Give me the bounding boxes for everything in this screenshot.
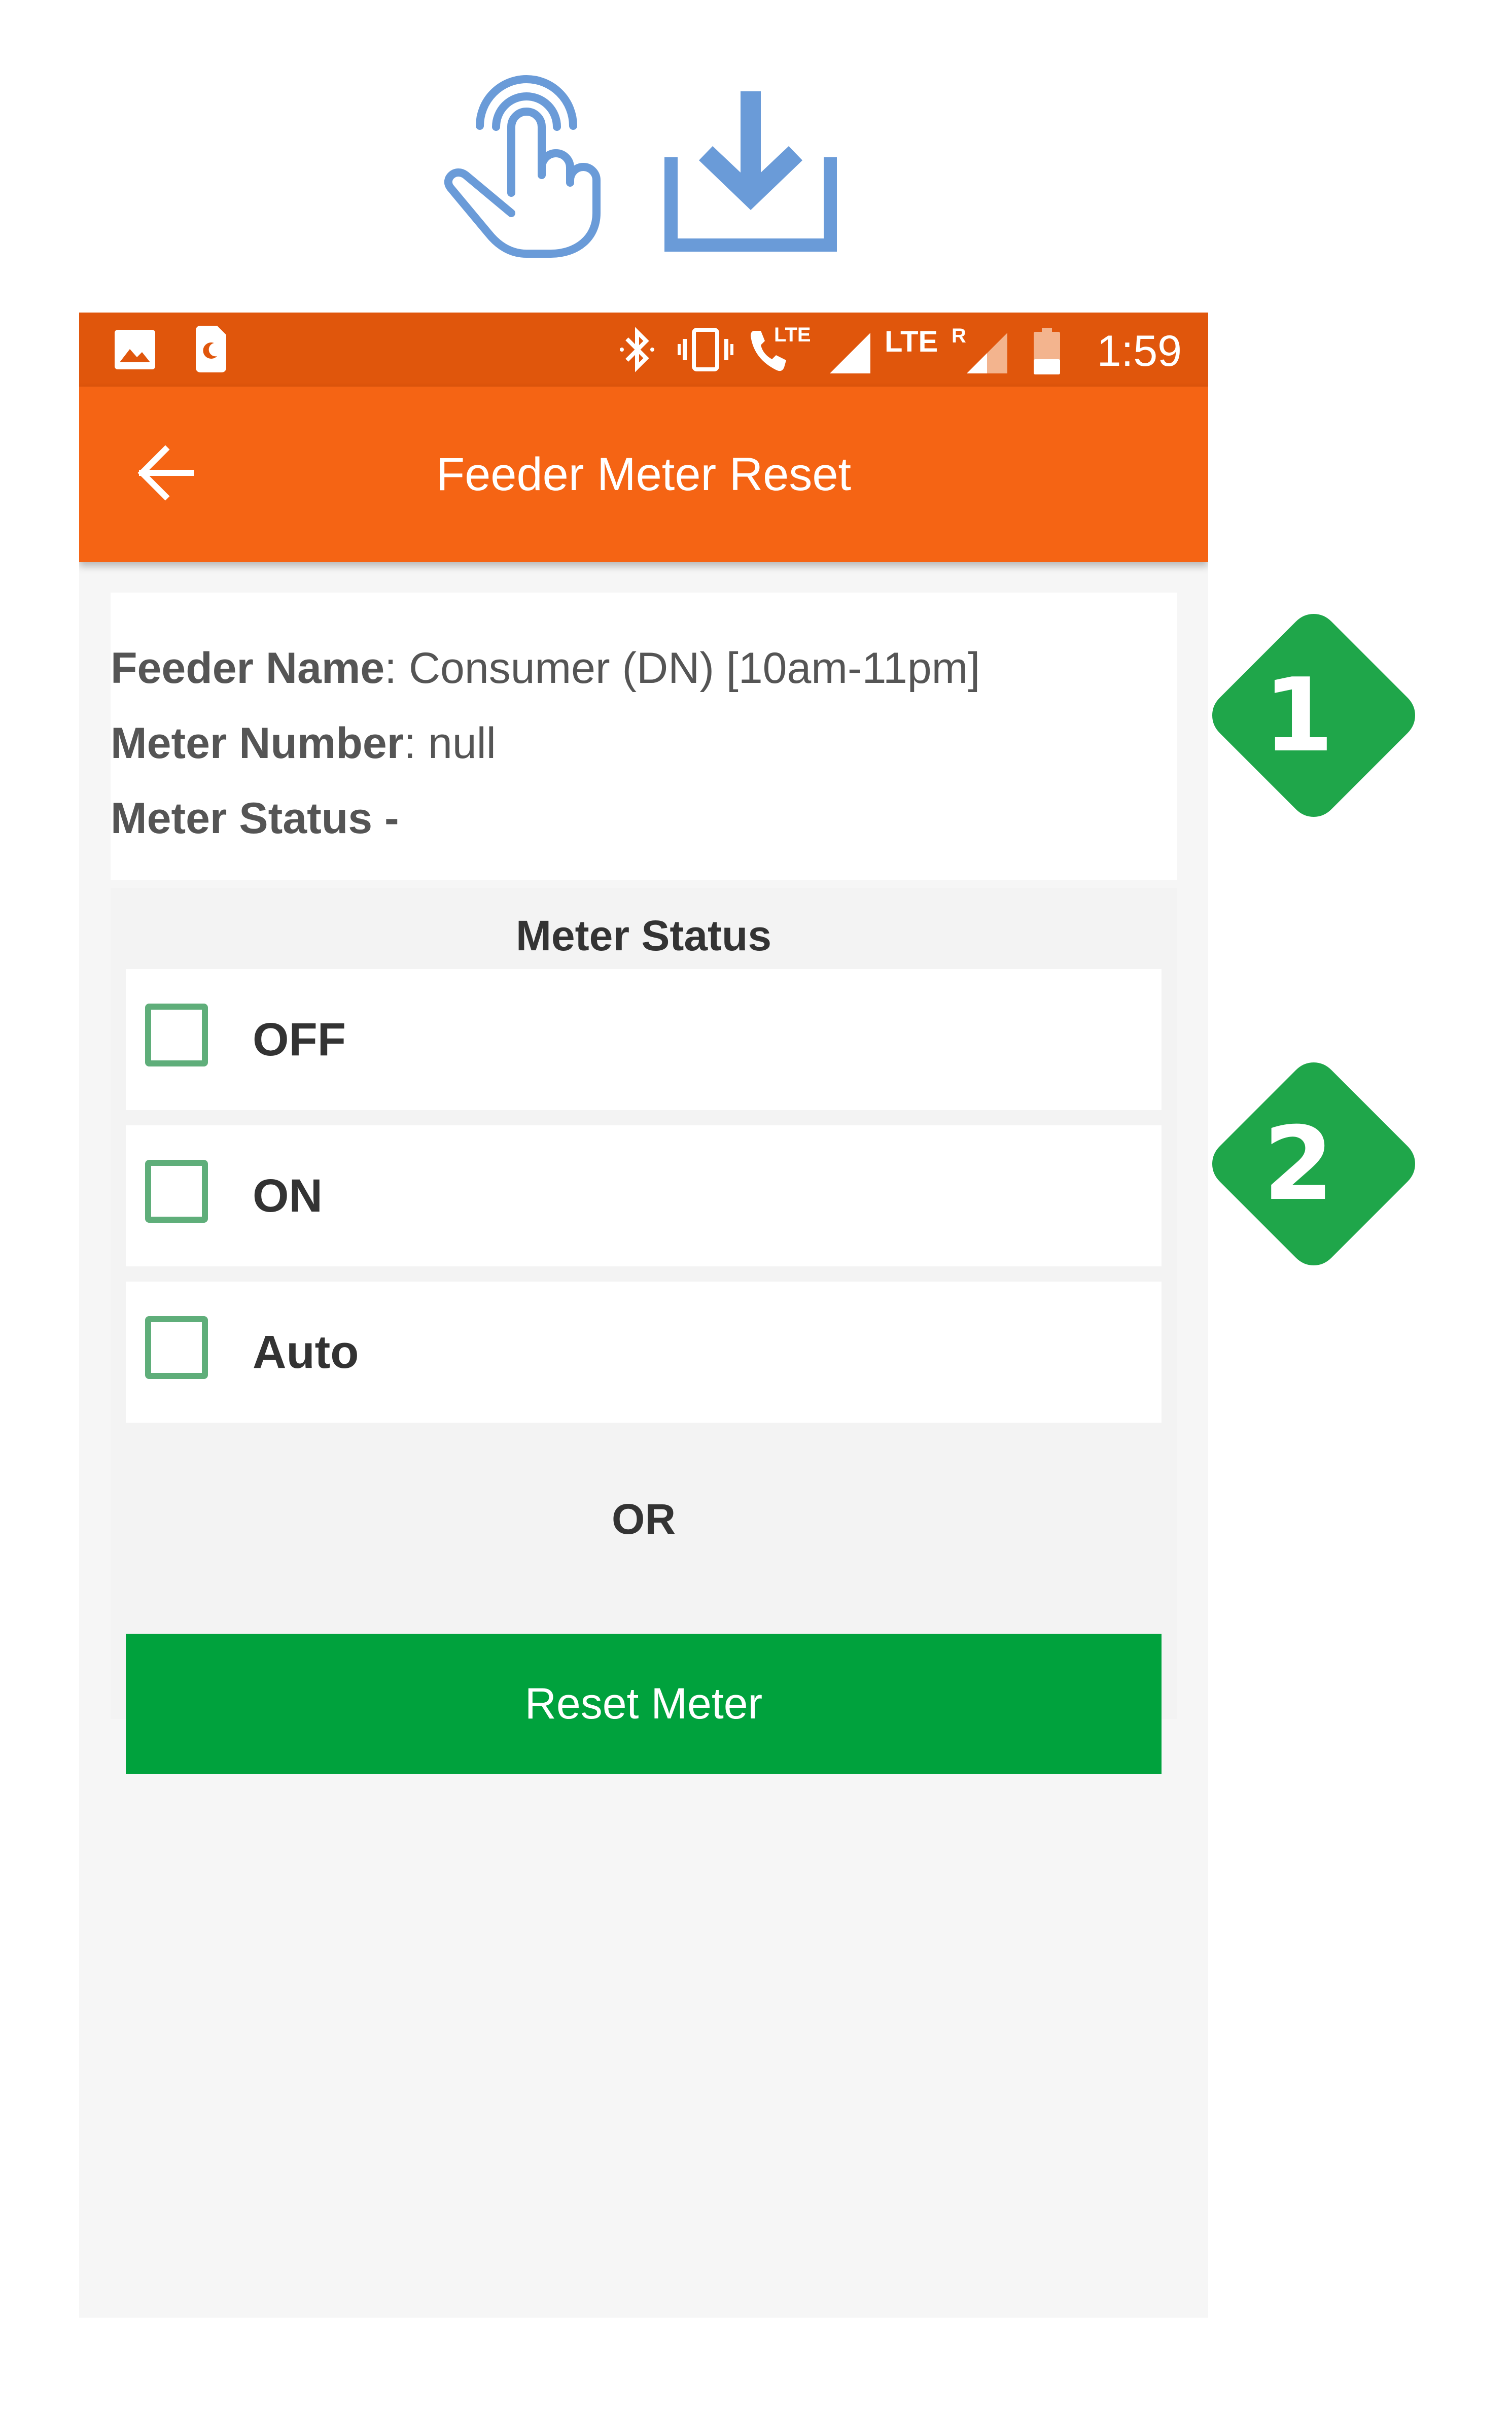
meter-status-row: Meter Status - <box>111 794 399 844</box>
reset-meter-button[interactable]: Reset Meter <box>126 1634 1162 1774</box>
lte-label: LTE <box>885 325 938 358</box>
meter-number-label: Meter Number <box>111 719 404 768</box>
tap-gesture-icon <box>440 66 603 259</box>
signal-icon <box>830 333 870 373</box>
vibrate-icon <box>677 327 734 372</box>
checkbox-auto[interactable] <box>145 1316 208 1379</box>
option-auto[interactable]: Auto <box>126 1282 1162 1423</box>
download-icon <box>659 86 842 259</box>
meter-status-title: Meter Status <box>515 912 772 959</box>
sim-night-icon <box>196 326 226 372</box>
checkbox-off[interactable] <box>145 1004 208 1066</box>
meter-status-label: Meter Status - <box>111 794 399 843</box>
or-separator: OR <box>612 1495 676 1543</box>
feeder-name-value: : Consumer (DN) [10am-11pm] <box>384 644 980 693</box>
option-auto-label: Auto <box>253 1326 359 1378</box>
feeder-info-card: Feeder Name: Consumer (DN) [10am-11pm] M… <box>111 593 1177 880</box>
callout-number: 2 <box>1263 1105 1334 1223</box>
roaming-label: R <box>952 325 966 347</box>
feeder-name-label: Feeder Name <box>111 644 385 693</box>
image-icon <box>115 330 155 369</box>
signal-roaming-icon: R <box>952 325 1007 373</box>
option-on[interactable]: ON <box>126 1125 1162 1266</box>
lte-label: LTE <box>774 324 811 346</box>
status-time: 1:59 <box>1097 327 1182 375</box>
callout-number: 1 <box>1263 656 1334 775</box>
option-off[interactable]: OFF <box>126 969 1162 1110</box>
callout-badge-1: 1 <box>1207 609 1420 822</box>
option-on-label: ON <box>253 1170 323 1222</box>
meter-number-row: Meter Number: null <box>111 718 496 769</box>
callout-badge-2: 2 <box>1207 1057 1420 1270</box>
bluetooth-icon <box>620 327 655 372</box>
back-button[interactable] <box>135 442 196 503</box>
status-bar: LTE LTE R 1:59 <box>79 313 1208 387</box>
meter-number-value: : null <box>404 719 496 768</box>
battery-low-icon <box>1034 328 1060 374</box>
feeder-name-row: Feeder Name: Consumer (DN) [10am-11pm] <box>111 643 980 694</box>
checkbox-on[interactable] <box>145 1160 208 1223</box>
option-off-label: OFF <box>253 1014 346 1065</box>
phone-screen: LTE LTE R 1:59 Feeder Meter Reset Feeder… <box>79 313 1208 2318</box>
header-illustration <box>0 0 1512 284</box>
meter-status-panel: Meter Status OFF ON Auto OR Reset Meter <box>111 888 1177 1774</box>
volte-call-icon: LTE <box>749 324 811 374</box>
app-toolbar: Feeder Meter Reset <box>79 387 1208 562</box>
arrow-back-icon <box>135 442 196 503</box>
page-title: Feeder Meter Reset <box>436 448 852 500</box>
